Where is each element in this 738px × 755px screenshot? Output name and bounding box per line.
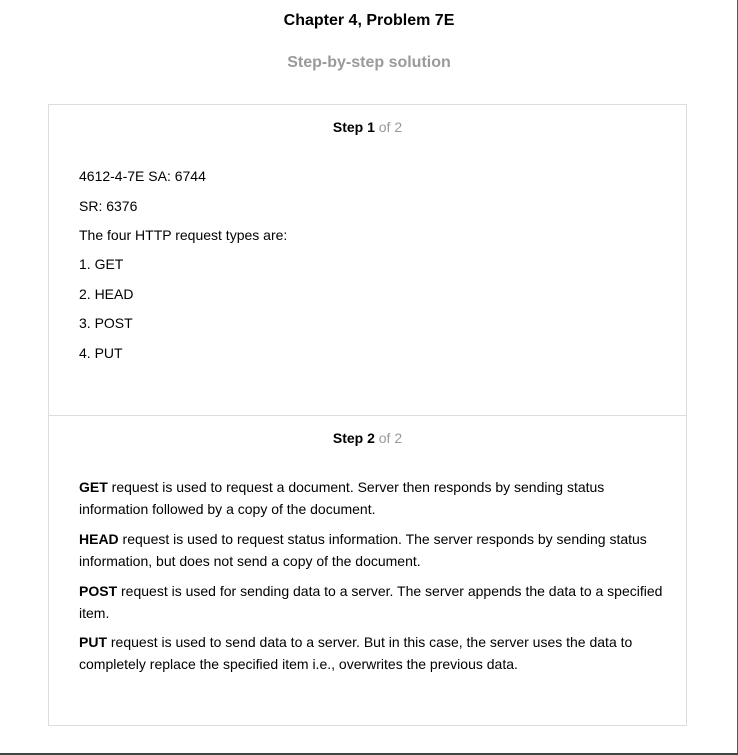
paragraph-text: request is used to send data to a server… bbox=[79, 634, 633, 672]
step-2-paragraph-head: HEAD request is used to request status i… bbox=[79, 528, 669, 572]
step-1-line: The four HTTP request types are: bbox=[79, 227, 288, 243]
step-2-header: Step 2 of 2 bbox=[49, 429, 686, 447]
step-2-of-total: of 2 bbox=[378, 430, 403, 446]
paragraph-text: request is used to request a document. S… bbox=[79, 479, 605, 517]
step-2-paragraph-put: PUT request is used to send data to a se… bbox=[79, 631, 669, 675]
term-post: POST bbox=[79, 583, 118, 599]
page-title: Chapter 4, Problem 7E bbox=[283, 12, 455, 29]
step-1-list-item: 1. GET bbox=[79, 256, 124, 272]
step-1-list-item: 2. HEAD bbox=[79, 286, 134, 302]
step-1-of-total: of 2 bbox=[378, 119, 403, 135]
step-1-line: 4612-4-7E SA: 6744 bbox=[79, 168, 206, 184]
step-1-list-item: 3. POST bbox=[79, 315, 133, 331]
step-2-paragraph-post: POST request is used for sending data to… bbox=[79, 580, 669, 624]
step-1-label: Step 1 bbox=[332, 119, 375, 135]
step-1-line: SR: 6376 bbox=[79, 198, 138, 214]
step-2-label: Step 2 bbox=[332, 430, 375, 446]
paragraph-text: request is used to request status inform… bbox=[79, 531, 647, 569]
solution-container: Step 1 of 2 4612-4-7E SA: 6744 SR: 6376 … bbox=[48, 104, 687, 726]
paragraph-text: request is used for sending data to a se… bbox=[79, 583, 663, 621]
step-1-header: Step 1 of 2 bbox=[49, 118, 686, 136]
step-1-list-item: 4. PUT bbox=[79, 345, 123, 361]
term-get: GET bbox=[79, 479, 108, 495]
step-divider bbox=[49, 415, 686, 416]
term-put: PUT bbox=[79, 634, 107, 650]
page-subtitle: Step-by-step solution bbox=[287, 54, 451, 71]
step-2-paragraph-get: GET request is used to request a documen… bbox=[79, 476, 669, 520]
term-head: HEAD bbox=[79, 531, 119, 547]
